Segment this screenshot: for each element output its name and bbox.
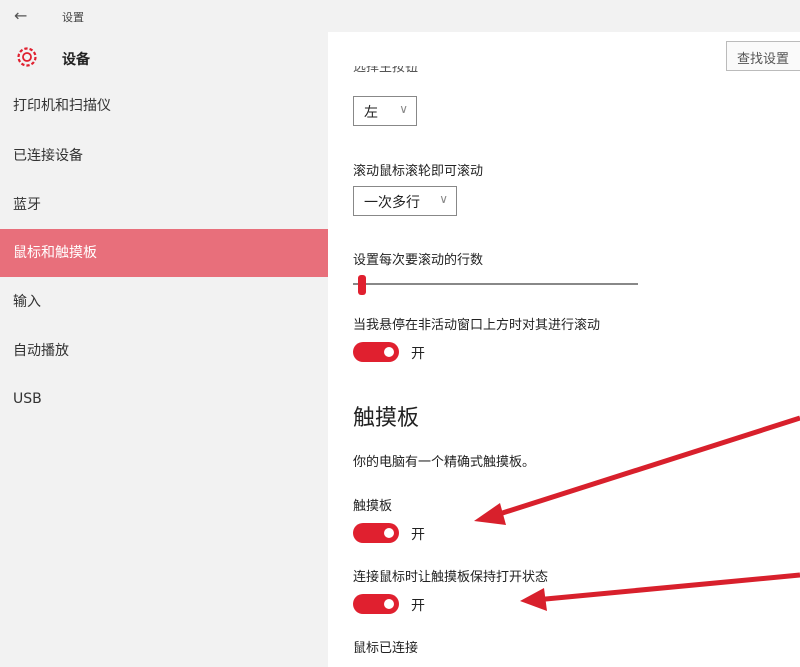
keep-touchpad-on-label: 连接鼠标时让触摸板保持打开状态	[353, 570, 549, 585]
sidebar-item-connected-devices[interactable]: 已连接设备	[0, 132, 328, 180]
annotation-arrow-touchpad	[474, 415, 800, 525]
sidebar-item-bluetooth[interactable]: 蓝牙	[0, 181, 328, 229]
sidebar-item-mouse-touchpad[interactable]: 鼠标和触摸板	[0, 229, 328, 277]
annotation-arrow-keep-on	[520, 572, 800, 611]
search-input[interactable]: 查找设置	[726, 41, 800, 71]
lines-to-scroll-label: 设置每次要滚动的行数	[353, 253, 484, 268]
lines-to-scroll-slider-thumb[interactable]	[357, 275, 366, 295]
touchpad-description: 你的电脑有一个精确式触摸板。	[353, 455, 536, 470]
sidebar-item-usb[interactable]: USB	[0, 375, 328, 423]
sidebar-item-typing[interactable]: 输入	[0, 278, 328, 326]
primary-button-label: 选择主按钮	[353, 66, 419, 75]
toggle-knob	[384, 347, 394, 357]
keep-touchpad-on-toggle[interactable]	[353, 594, 399, 614]
inactive-scroll-state: 开	[411, 346, 425, 362]
window-title: 设置	[62, 11, 84, 24]
touchpad-toggle[interactable]	[353, 523, 399, 543]
title-bar: ← 设置	[0, 0, 800, 32]
touchpad-section-title: 触摸板	[353, 406, 420, 431]
scroll-wheel-value: 一次多行	[364, 195, 420, 211]
primary-button-value: 左	[364, 105, 378, 121]
toggle-knob	[384, 599, 394, 609]
touchpad-toggle-state: 开	[411, 527, 425, 543]
toggle-knob	[384, 528, 394, 538]
chevron-down-icon: ∨	[439, 192, 448, 206]
sidebar-header: 设备	[0, 40, 328, 80]
back-arrow-icon[interactable]: ←	[14, 6, 27, 25]
sidebar-item-printers-scanners[interactable]: 打印机和扫描仪	[0, 82, 328, 130]
scroll-wheel-dropdown[interactable]: 一次多行 ∨	[353, 186, 457, 216]
keep-touchpad-on-state: 开	[411, 598, 425, 614]
touchpad-toggle-label: 触摸板	[353, 499, 393, 514]
sidebar-item-autoplay[interactable]: 自动播放	[0, 327, 328, 375]
gear-icon	[17, 47, 37, 67]
sidebar-title: 设备	[62, 52, 90, 68]
scroll-wheel-label: 滚动鼠标滚轮即可滚动	[353, 164, 484, 179]
primary-button-dropdown[interactable]: 左 ∨	[353, 96, 417, 126]
mouse-connected-text: 鼠标已连接	[353, 641, 419, 656]
lines-to-scroll-slider-track[interactable]	[353, 283, 638, 285]
inactive-scroll-label: 当我悬停在非活动窗口上方时对其进行滚动	[353, 318, 601, 333]
chevron-down-icon: ∨	[399, 102, 408, 116]
sidebar: 设备 打印机和扫描仪 已连接设备 蓝牙 鼠标和触摸板 输入 自动播放 USB	[0, 32, 328, 667]
inactive-scroll-toggle[interactable]	[353, 342, 399, 362]
